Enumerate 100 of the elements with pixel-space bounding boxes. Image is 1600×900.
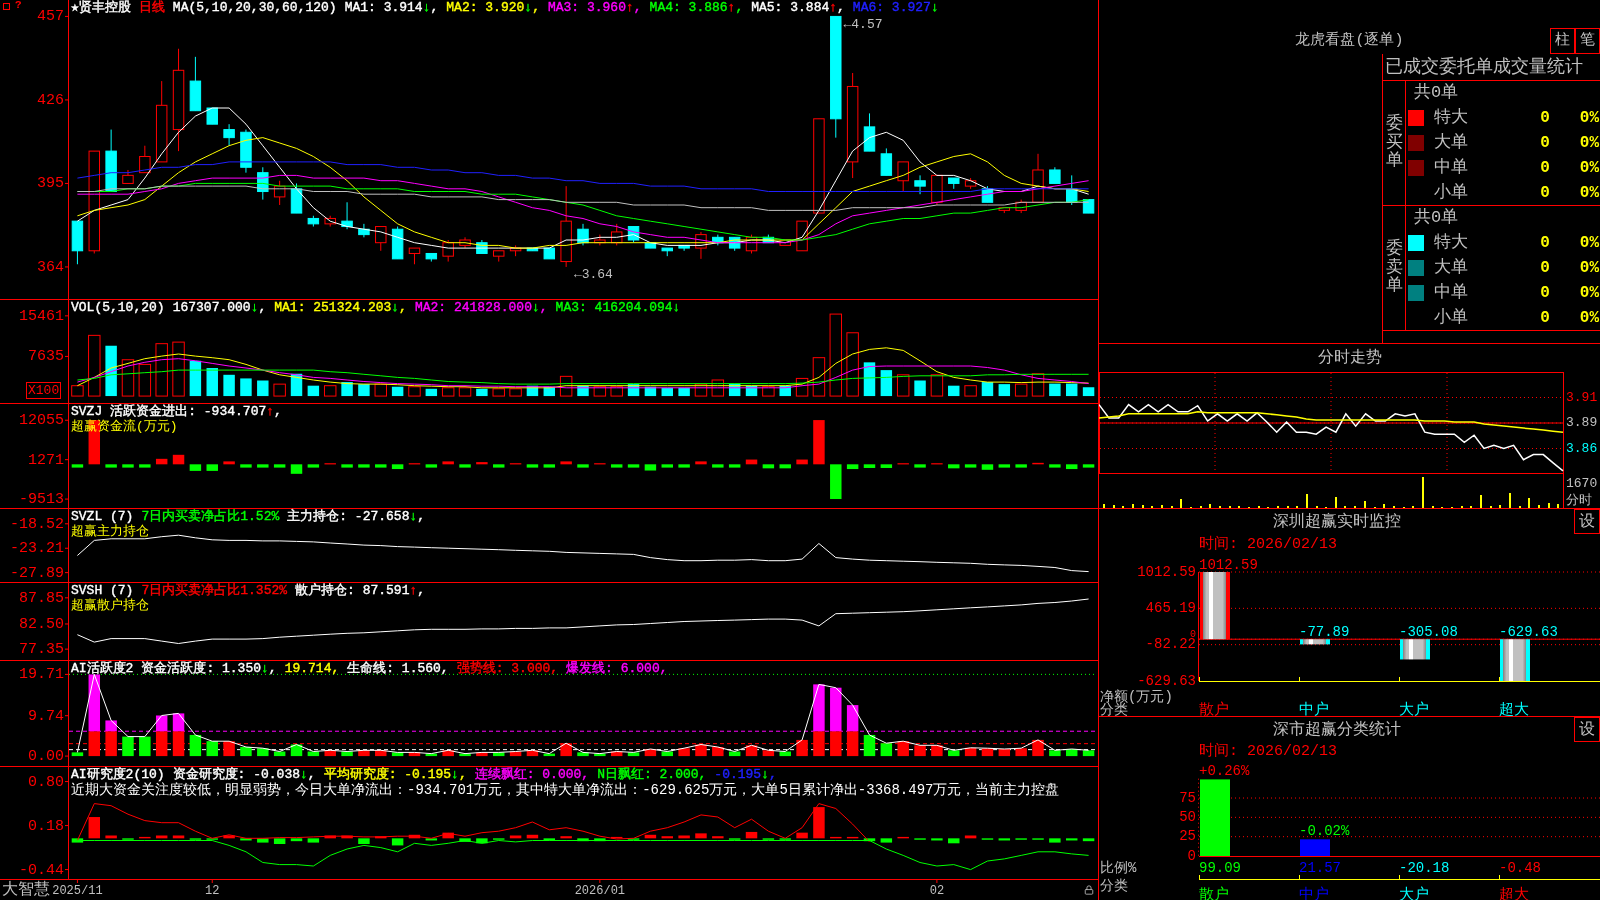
legend-text: 167307.000↓,	[172, 300, 267, 315]
share-value: 0%	[1579, 132, 1599, 153]
axis-label: 3.91	[1566, 389, 1598, 405]
legend-text: MA3: 416204.094↓	[555, 300, 681, 315]
axis-label: 75	[1179, 789, 1196, 806]
legend-text: AI研究度2(10)	[71, 767, 165, 782]
legend-text: SVSH (7)	[71, 583, 134, 598]
legend-text: 散户持仓: 87.591↑,	[295, 583, 426, 598]
value-label: -629.63	[1499, 624, 1558, 641]
axis-label: -0.44	[19, 861, 64, 879]
share-value: 0%	[1579, 157, 1599, 178]
order-size-label: 小单	[1434, 182, 1468, 202]
share-value: 0%	[1579, 182, 1599, 203]
time-label: 时间: 2026/02/13	[1199, 743, 1338, 761]
category-label: 散户	[1199, 702, 1229, 716]
share-value: 0%	[1579, 232, 1599, 253]
axis-label: 50	[1179, 808, 1196, 825]
legend-text: VOL(5,10,20)	[71, 300, 165, 315]
count-value: 0	[1540, 307, 1550, 328]
legend-text: MA1: 251324.203↓,	[274, 300, 407, 315]
date-label: 2025/11	[52, 884, 103, 899]
legend-text: 7日内买卖净占比1.352%	[141, 583, 288, 598]
date-label: 02	[929, 884, 945, 899]
axis-label: 457	[37, 8, 64, 26]
category-label: 中户	[1299, 702, 1329, 716]
order-size-label: 特大	[1434, 232, 1468, 252]
legend-text: ★贤丰控股	[71, 0, 131, 15]
change-label: -0.02%	[1299, 823, 1350, 840]
axis-label: 1012.59	[1137, 563, 1196, 580]
price-annotation: ←4.57	[843, 16, 883, 32]
value-label: 21.57	[1299, 859, 1341, 876]
axis-label: -629.63	[1137, 672, 1196, 689]
unit-label: 分时	[1566, 493, 1593, 508]
scale-badge: X100	[26, 382, 62, 399]
category-label: 大户	[1399, 886, 1429, 900]
legend-text: MA1: 3.914↓,	[344, 0, 439, 15]
legend-text: 19.714,	[284, 661, 340, 676]
total-label: 共0单	[1414, 208, 1459, 228]
legend-text: SVZJ	[71, 404, 103, 419]
order-size-label: 特大	[1434, 107, 1468, 127]
axis-label: 0	[1187, 847, 1196, 864]
order-size-label: 中单	[1434, 282, 1468, 302]
group-label: 委卖单	[1385, 239, 1403, 297]
legend-text: MA(5,10,20,30,60,120)	[172, 0, 337, 15]
axis-label: 87.85	[19, 589, 64, 607]
indicator-title: 超赢主力持仓	[71, 524, 149, 539]
count-value: 0	[1540, 232, 1550, 253]
axis-label: 9.74	[28, 707, 64, 725]
legend-text: AI活跃度2	[71, 661, 134, 676]
axis-label: 0.80	[28, 773, 64, 791]
axis-label: 0.18	[28, 817, 64, 835]
axis-label: 0.00	[28, 748, 64, 766]
legend-text: 生命线: 1.560,	[347, 661, 449, 676]
share-value: 0%	[1579, 282, 1599, 303]
count-value: 0	[1540, 107, 1550, 128]
change-label: +0.26%	[1199, 763, 1250, 780]
legend-text: 爆发线: 6.000,	[566, 661, 668, 676]
share-value: 0%	[1579, 257, 1599, 278]
legend-text: MA2: 3.920↓,	[446, 0, 540, 15]
price-annotation: ←3.64	[573, 267, 613, 283]
category-label: 大户	[1399, 702, 1429, 716]
value-label: 99.09	[1199, 859, 1241, 876]
legend-text: 连续飘红: 0.000,	[474, 767, 590, 782]
axis-label: 364	[37, 258, 64, 276]
axis-label: -27.89	[10, 564, 64, 582]
panel-title: 龙虎看盘(逐单)	[1295, 30, 1404, 51]
share-value: 0%	[1579, 307, 1599, 328]
legend-text: 主力持仓: -27.658↓,	[287, 509, 426, 524]
legend-text: 强势线: 3.000,	[456, 661, 559, 676]
legend-text: N日飘红: 2.000,	[597, 767, 707, 782]
count-value: 0	[1540, 157, 1550, 178]
legend-text: MA3: 3.960↑,	[547, 0, 642, 15]
legend-text: 资金研究度: -0.038↓,	[172, 767, 316, 782]
category-label: 中户	[1299, 886, 1329, 900]
order-size-label: 中单	[1434, 157, 1468, 177]
axis-label: 465.19	[1145, 600, 1196, 617]
legend-text: MA5: 3.884↑,	[751, 0, 845, 15]
total-label: 共0单	[1414, 83, 1459, 103]
legend-text: 日线	[138, 0, 165, 15]
date-label: 12	[205, 884, 220, 899]
legend-text: MA6: 3.927↓	[852, 0, 939, 15]
axis-label: -23.21	[10, 540, 64, 558]
count-value: 0	[1540, 132, 1550, 153]
axis-label: 3.86	[1566, 440, 1598, 456]
section-title: 深圳超赢实时监控	[1272, 512, 1401, 533]
legend-text: 活跃资金进出: -934.707↑,	[110, 404, 282, 419]
axis-title: 比例%	[1100, 859, 1137, 876]
value-label: -305.08	[1399, 624, 1458, 641]
legend-text: -0.195↓,	[714, 767, 777, 782]
legend-text: 平均研究度: -0.195↓,	[323, 767, 467, 782]
section-title: 分时走势	[1317, 347, 1382, 369]
axis-label: 82.50	[19, 615, 64, 633]
section-title: 深市超赢分类统计	[1272, 719, 1401, 741]
legend-text: SVZL (7)	[71, 509, 134, 524]
date-label: 2026/01	[574, 884, 626, 899]
analysis-text: 近期大资金关注度较低，明显弱势，今日大单净流出：-934.701万元，其中特大单净流出：-629.625万元，大单5日累计净出-3368.497万元，当前主力控盘	[71, 782, 1060, 799]
share-value: 0%	[1579, 107, 1599, 128]
axis-label: -9513	[19, 491, 64, 508]
count-value: 0	[1540, 182, 1550, 203]
time-label: 时间: 2026/02/13	[1199, 535, 1338, 553]
